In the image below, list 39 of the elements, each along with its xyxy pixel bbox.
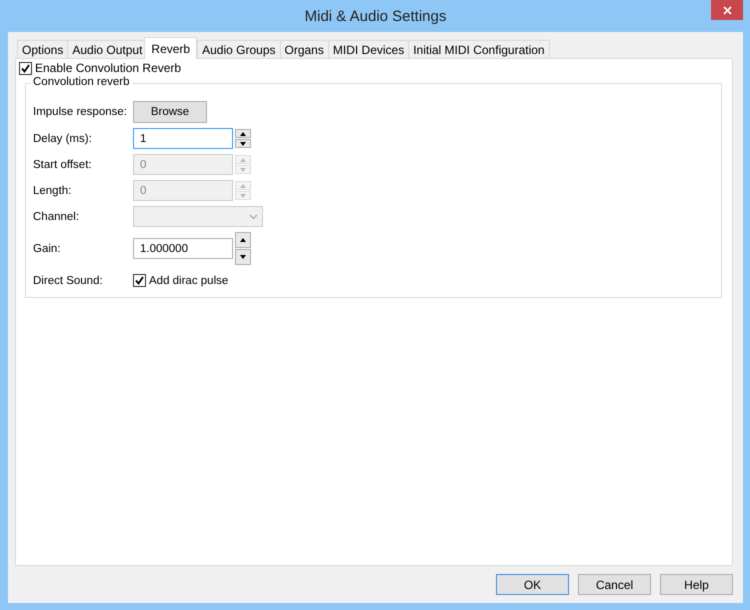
field-label: Start offset: bbox=[33, 158, 93, 170]
tab[interactable]: Initial MIDI Configuration bbox=[408, 40, 550, 58]
triangle-down-icon bbox=[240, 168, 246, 172]
close-button[interactable] bbox=[711, 0, 743, 20]
triangle-down-icon bbox=[240, 142, 246, 146]
spin-up-button[interactable] bbox=[235, 232, 251, 248]
dialog-button[interactable]: Help bbox=[660, 574, 733, 595]
checkbox-label: Add dirac pulse bbox=[149, 274, 228, 286]
field-label: Delay (ms): bbox=[33, 132, 93, 144]
tab[interactable]: Reverb bbox=[144, 37, 198, 59]
close-icon bbox=[722, 6, 732, 14]
field-label: Length: bbox=[33, 184, 72, 196]
group-title: Convolution reverb bbox=[31, 76, 132, 88]
chevron-down-icon bbox=[249, 214, 258, 220]
dialog-button[interactable]: OK bbox=[496, 574, 569, 595]
tab[interactable]: Organs bbox=[280, 40, 329, 58]
checkbox[interactable] bbox=[133, 274, 146, 287]
number-field[interactable]: 1 bbox=[133, 128, 233, 149]
window-title: Midi & Audio Settings bbox=[304, 8, 446, 24]
number-field[interactable]: 1.000000 bbox=[133, 238, 233, 259]
triangle-up-icon bbox=[240, 132, 246, 136]
triangle-down-icon bbox=[240, 194, 246, 198]
field-label: Direct Sound: bbox=[33, 274, 104, 286]
dialog-button[interactable]: Cancel bbox=[578, 574, 651, 595]
field-label: Impulse response: bbox=[33, 106, 128, 118]
triangle-up-icon bbox=[240, 184, 246, 188]
triangle-up-icon bbox=[240, 238, 246, 242]
field-label: Gain: bbox=[33, 242, 62, 254]
spin-down-button[interactable] bbox=[235, 249, 251, 265]
spin-up-button[interactable] bbox=[235, 129, 251, 138]
field-label: Channel: bbox=[33, 210, 80, 222]
checkbox[interactable] bbox=[19, 62, 32, 74]
browse-button[interactable]: Browse bbox=[133, 101, 207, 123]
checkbox-label: Enable Convolution Reverb bbox=[35, 61, 182, 75]
tab[interactable]: Audio Groups bbox=[197, 40, 280, 58]
triangle-down-icon bbox=[240, 255, 246, 259]
tab[interactable]: Options bbox=[17, 40, 68, 58]
spin-down-button[interactable] bbox=[235, 139, 251, 148]
triangle-up-icon bbox=[240, 158, 246, 162]
